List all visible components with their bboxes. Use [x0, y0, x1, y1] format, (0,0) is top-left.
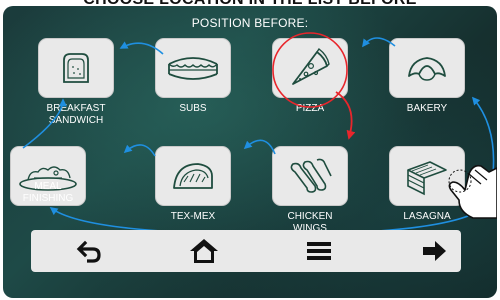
tapping-hand-icon — [448, 164, 497, 219]
back-button[interactable] — [59, 230, 119, 272]
selection-highlight-circle — [272, 32, 348, 108]
menu-button[interactable] — [289, 230, 349, 272]
arrow-pizza-to-chicken-wings — [335, 91, 356, 140]
arrow-tex-mex-to-meal-finishing — [123, 144, 156, 157]
oven-touchscreen: POSITION BEFORE: BREAKFAST SANDWICH SUBS — [3, 6, 497, 298]
forward-icon — [423, 241, 446, 261]
back-icon — [76, 240, 101, 263]
arrow-subs-to-breakfast-sandwich — [119, 41, 164, 55]
arrow-meal-finishing-to-breakfast-sandwich — [22, 98, 67, 149]
menu-icon — [307, 242, 331, 260]
arrow-chicken-wings-to-tex-mex — [243, 139, 276, 155]
arrow-lasagna-to-bakery — [471, 96, 495, 175]
home-button[interactable] — [174, 230, 234, 272]
arrow-bakery-to-pizza — [362, 37, 396, 48]
home-icon — [190, 239, 218, 263]
bottom-navigation-bar — [31, 230, 461, 272]
forward-button[interactable] — [404, 230, 464, 272]
